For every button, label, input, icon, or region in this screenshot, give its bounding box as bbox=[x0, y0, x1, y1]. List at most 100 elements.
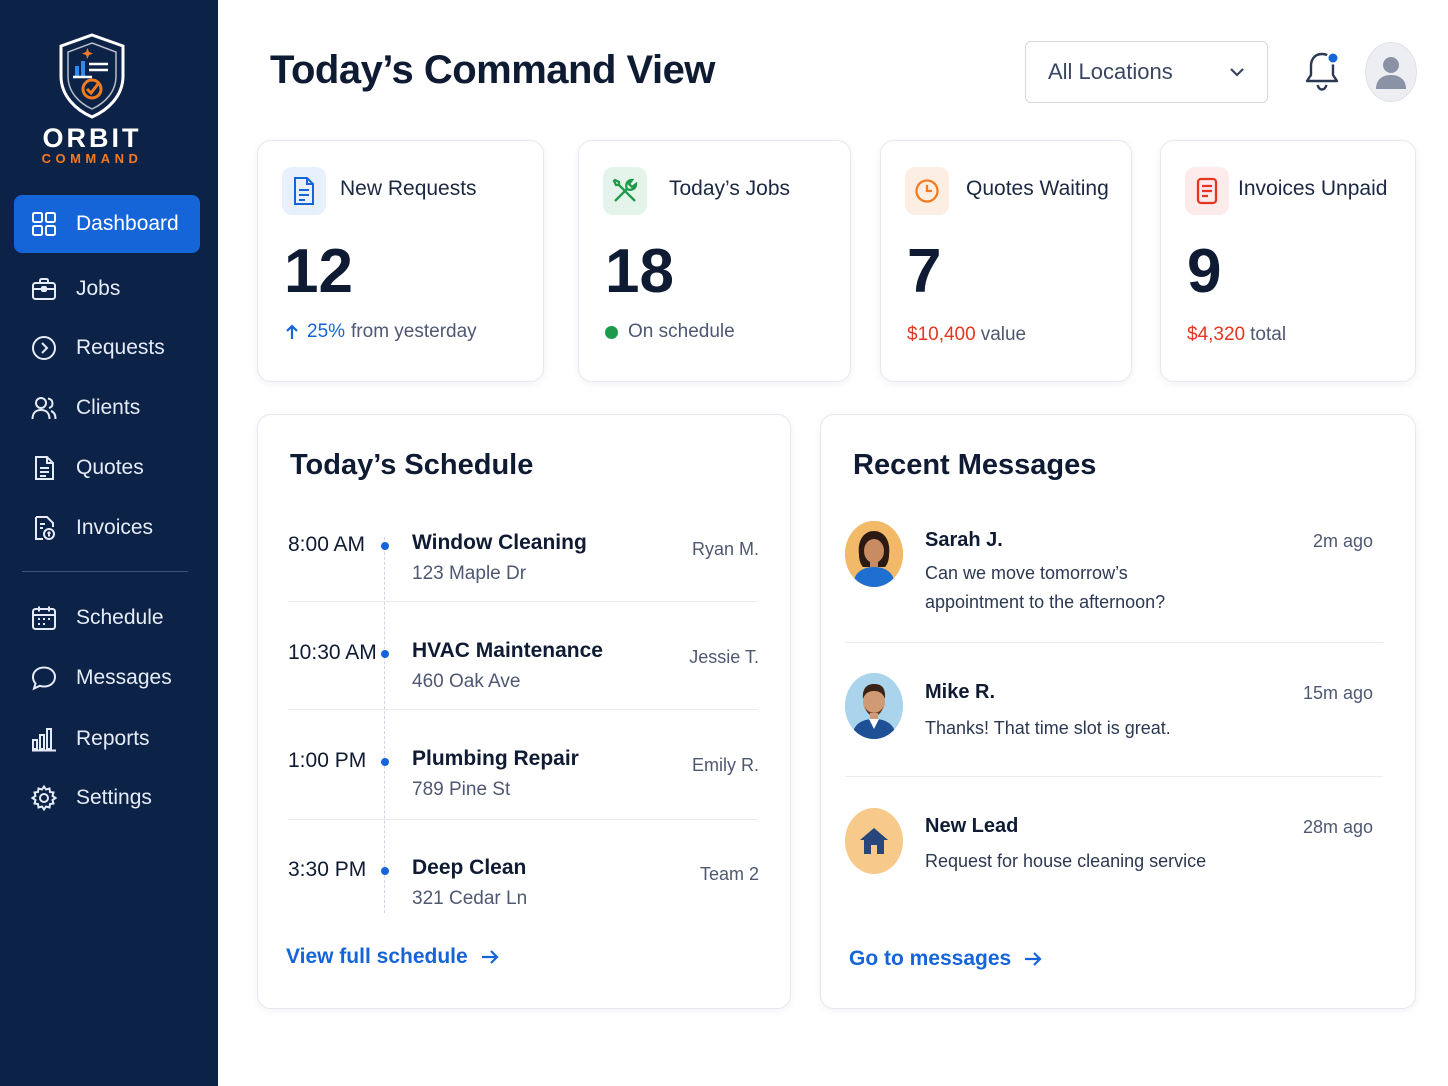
schedule-time: 10:30 AM bbox=[288, 641, 377, 664]
schedule-assignee: Jessie T. bbox=[689, 647, 759, 667]
message-item[interactable]: Mike R. Thanks! That time slot is great.… bbox=[821, 673, 1415, 773]
stat-value: 7 bbox=[907, 237, 942, 306]
schedule-assignee: Emily R. bbox=[692, 755, 759, 775]
file-icon bbox=[282, 167, 326, 215]
message-time: 28m ago bbox=[1302, 817, 1373, 837]
timeline-dot bbox=[381, 758, 389, 766]
stat-value: 9 bbox=[1187, 237, 1222, 306]
sidebar-item-label: Jobs bbox=[76, 277, 121, 300]
stat-amount: $4,320 total bbox=[1187, 324, 1286, 346]
sidebar-item-label: Settings bbox=[76, 786, 152, 809]
stat-card-new-requests[interactable]: New Requests 12 25% from yesterday bbox=[257, 140, 544, 382]
sidebar-item-label: Schedule bbox=[76, 606, 164, 629]
stat-amount-value: $4,320 bbox=[1187, 324, 1246, 345]
tools-icon bbox=[603, 167, 647, 215]
message-item[interactable]: Sarah J. Can we move tomorrow’s appointm… bbox=[821, 519, 1415, 639]
man-avatar bbox=[845, 673, 903, 739]
sidebar-item-label: Dashboard bbox=[76, 212, 179, 235]
stat-card-todays-jobs[interactable]: Today’s Jobs 18 On schedule bbox=[578, 140, 851, 382]
location-select[interactable]: All Locations bbox=[1025, 41, 1268, 103]
schedule-time: 8:00 AM bbox=[288, 533, 366, 556]
message-text: Can we move tomorrow’s appointment to th… bbox=[925, 563, 1166, 612]
timeline-dot bbox=[381, 542, 389, 550]
schedule-item[interactable]: 10:30 AM HVAC Maintenance 460 Oak Ave Je… bbox=[258, 633, 791, 741]
message-item[interactable]: New Lead Request for house cleaning serv… bbox=[821, 807, 1415, 907]
document-icon bbox=[30, 454, 58, 482]
stat-card-quotes-waiting[interactable]: Quotes Waiting 7 $10,400 value bbox=[880, 140, 1132, 382]
chat-icon bbox=[30, 664, 58, 692]
schedule-job: Deep Clean bbox=[412, 856, 527, 879]
schedule-address: 321 Cedar Ln bbox=[412, 888, 528, 909]
sidebar-item-reports[interactable]: Reports bbox=[14, 710, 200, 768]
message-time: 15m ago bbox=[1302, 683, 1373, 703]
stat-amount-value: $10,400 bbox=[907, 324, 976, 345]
schedule-item[interactable]: 8:00 AM Window Cleaning 123 Maple Dr Rya… bbox=[258, 525, 791, 633]
timeline-dot bbox=[381, 867, 389, 875]
message-sender: New Lead bbox=[925, 815, 1019, 837]
stat-card-invoices-unpaid[interactable]: Invoices Unpaid 9 $4,320 total bbox=[1160, 140, 1416, 382]
notification-bell-icon[interactable] bbox=[1302, 48, 1342, 94]
bar-chart-icon bbox=[30, 725, 58, 753]
view-full-schedule-link[interactable]: View full schedule bbox=[286, 945, 500, 969]
schedule-panel: Today’s Schedule 8:00 AM Window Cleaning… bbox=[257, 414, 791, 1009]
stat-amount: $10,400 value bbox=[907, 324, 1026, 346]
sidebar-item-requests[interactable]: Requests bbox=[14, 319, 200, 377]
stat-label: Invoices Unpaid bbox=[1238, 177, 1388, 200]
sidebar-item-quotes[interactable]: Quotes bbox=[14, 439, 200, 497]
arrow-right-icon bbox=[481, 950, 499, 964]
sidebar-item-messages[interactable]: Messages bbox=[14, 649, 200, 707]
user-icon bbox=[1376, 57, 1406, 89]
schedule-assignee: Team 2 bbox=[699, 864, 759, 884]
message-divider bbox=[845, 642, 1383, 643]
calendar-icon bbox=[30, 604, 58, 632]
arrow-right-icon bbox=[1025, 952, 1042, 966]
sidebar-item-label: Clients bbox=[76, 396, 141, 419]
sidebar-item-settings[interactable]: Settings bbox=[14, 769, 200, 827]
stat-trend-label: from yesterday bbox=[351, 321, 477, 342]
stat-value: 18 bbox=[605, 237, 674, 306]
go-to-messages-link[interactable]: Go to messages bbox=[849, 947, 1043, 971]
messages-panel: Recent Messages Sarah J. Can we move tom… bbox=[820, 414, 1416, 1009]
link-label: Go to messages bbox=[849, 947, 1012, 970]
brand-name: ORBIT bbox=[42, 123, 142, 153]
stat-label: New Requests bbox=[340, 177, 477, 200]
schedule-item[interactable]: 3:30 PM Deep Clean 321 Cedar Ln Team 2 bbox=[258, 850, 791, 958]
schedule-address: 789 Pine St bbox=[412, 779, 511, 800]
schedule-assignee: Ryan M. bbox=[691, 539, 759, 559]
sidebar-item-clients[interactable]: Clients bbox=[14, 379, 200, 437]
schedule-address: 460 Oak Ave bbox=[412, 671, 521, 692]
schedule-job: Window Cleaning bbox=[412, 531, 587, 554]
schedule-divider bbox=[288, 819, 758, 820]
message-divider bbox=[845, 776, 1383, 777]
stat-label: Quotes Waiting bbox=[966, 177, 1109, 200]
woman-avatar bbox=[845, 521, 903, 587]
house-icon bbox=[845, 808, 903, 874]
brand-logo[interactable]: ORBIT COMMAND bbox=[0, 32, 184, 166]
sidebar-item-dashboard[interactable]: Dashboard bbox=[14, 195, 200, 253]
stat-trend: 25% from yesterday bbox=[284, 321, 477, 343]
sidebar-item-invoices[interactable]: Invoices bbox=[14, 499, 200, 557]
sidebar-item-schedule[interactable]: Schedule bbox=[14, 589, 200, 647]
timeline-dot bbox=[381, 650, 389, 658]
sidebar-item-label: Requests bbox=[76, 336, 165, 359]
arrow-circle-icon bbox=[30, 334, 58, 362]
stat-amount-label: total bbox=[1250, 324, 1287, 345]
users-icon bbox=[30, 394, 58, 422]
gear-icon bbox=[30, 784, 58, 812]
schedule-item[interactable]: 1:00 PM Plumbing Repair 789 Pine St Emil… bbox=[258, 741, 791, 849]
sidebar-item-jobs[interactable]: Jobs bbox=[14, 260, 200, 318]
sidebar-item-label: Invoices bbox=[76, 516, 154, 539]
status-dot bbox=[605, 325, 618, 339]
sidebar-item-label: Reports bbox=[76, 727, 150, 750]
receipt-icon bbox=[1185, 167, 1229, 215]
grid-icon bbox=[30, 210, 58, 238]
message-sender: Sarah J. bbox=[925, 529, 1003, 551]
link-label: View full schedule bbox=[286, 945, 468, 968]
chevron-down-icon bbox=[1230, 68, 1244, 77]
arrow-up-icon bbox=[286, 324, 298, 339]
schedule-divider bbox=[288, 709, 758, 710]
shield-logo-icon bbox=[59, 33, 125, 119]
messages-title: Recent Messages bbox=[853, 449, 1097, 481]
user-avatar[interactable] bbox=[1365, 42, 1417, 102]
stat-status-label: On schedule bbox=[628, 321, 735, 342]
